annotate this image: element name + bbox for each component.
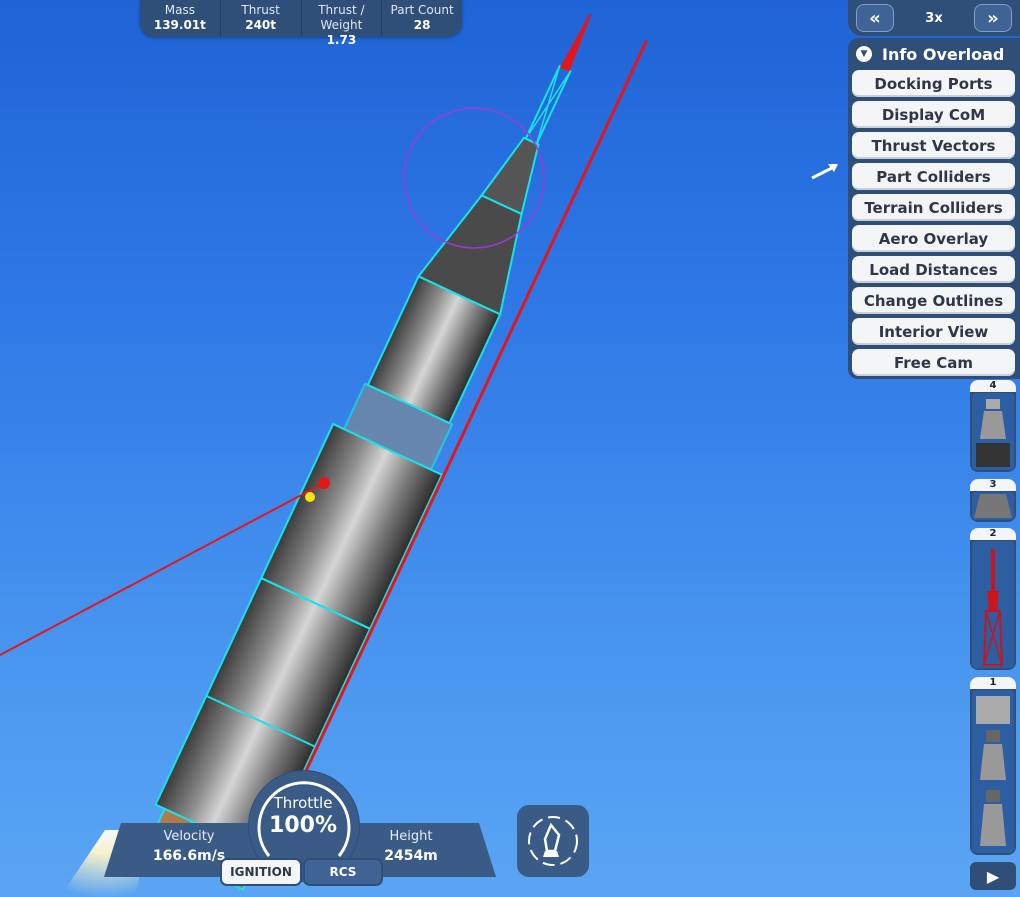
activate-stage-button[interactable]: ▶ [970,862,1016,890]
collapse-triangle-icon: ▼ [856,46,872,62]
engine-stack-icon [976,696,1010,846]
stat-label: Thrust [241,3,280,17]
stat-value: 139.01t [153,18,206,32]
double-chevron-right-icon[interactable]: » [974,4,1012,32]
stage-2[interactable]: 2 [970,528,1016,670]
stat-label: Mass [164,3,195,17]
info-overload-title: Info Overload [882,44,1005,64]
stat-part-count: Part Count 28 [382,0,462,37]
stage-parts [972,393,1014,470]
engine-icon [976,399,1010,467]
throttle-value: 100% [269,813,337,838]
stat-label: Thrust / Weight [318,3,365,32]
terrain-colliders-button[interactable]: Terrain Colliders [852,194,1015,221]
time-warp-value: 3x [925,10,943,26]
cursor-arrow-icon [811,164,838,180]
play-icon: ▶ [986,866,1000,886]
display-com-button[interactable]: Display CoM [852,101,1015,128]
rocket [146,13,648,891]
center-of-mass-marker [318,477,330,489]
flight-control-panel: Velocity 166.6m/s Height 2454m Throttle … [104,770,496,890]
stage-3[interactable]: 3 [970,479,1016,522]
decoupler-icon [974,494,1012,518]
stage-number: 3 [970,479,1016,491]
info-overload-panel: ▼ Info Overload Docking Ports Display Co… [848,38,1020,379]
thrust-vectors-button[interactable]: Thrust Vectors [852,132,1015,159]
ignition-button[interactable]: IGNITION [220,858,302,886]
info-overload-header[interactable]: ▼ Info Overload [852,42,1015,66]
escape-tower-icon [982,549,1004,666]
center-of-thrust-marker [305,492,315,502]
map-rocket-icon [528,816,578,866]
stage-parts [972,492,1014,520]
stat-thrust: Thrust 240t [221,0,302,37]
map-view-button[interactable] [517,805,589,877]
aero-overlay-button[interactable]: Aero Overlay [852,225,1015,252]
change-outlines-button[interactable]: Change Outlines [852,287,1015,314]
interior-view-button[interactable]: Interior View [852,318,1015,345]
rcs-button[interactable]: RCS [303,858,383,886]
stage-parts [972,541,1014,668]
load-distances-button[interactable]: Load Distances [852,256,1015,283]
stage-parts [972,690,1014,853]
stat-value: 1.73 [326,33,357,47]
stat-value: 240t [245,18,277,32]
stat-thrust-weight: Thrust / Weight 1.73 [302,0,383,47]
throttle-label: Throttle [273,794,333,812]
stat-value: 28 [413,18,431,32]
stage-number: 1 [970,677,1016,689]
free-cam-button[interactable]: Free Cam [852,349,1015,376]
stage-4[interactable]: 4 [970,380,1016,472]
throttle-readout: Throttle 100% [248,794,358,838]
stage-number: 2 [970,528,1016,540]
vehicle-stats-bar: Mass 139.01t Thrust 240t Thrust / Weight… [140,0,462,47]
time-warp-control: « 3x » [848,0,1020,36]
double-chevron-left-icon[interactable]: « [856,4,894,32]
stage-1[interactable]: 1 [970,677,1016,855]
stat-label: Part Count [390,3,454,17]
stat-mass: Mass 139.01t [140,0,221,37]
docking-ports-button[interactable]: Docking Ports [852,70,1015,97]
stage-number: 4 [970,380,1016,392]
part-colliders-button[interactable]: Part Colliders [852,163,1015,190]
